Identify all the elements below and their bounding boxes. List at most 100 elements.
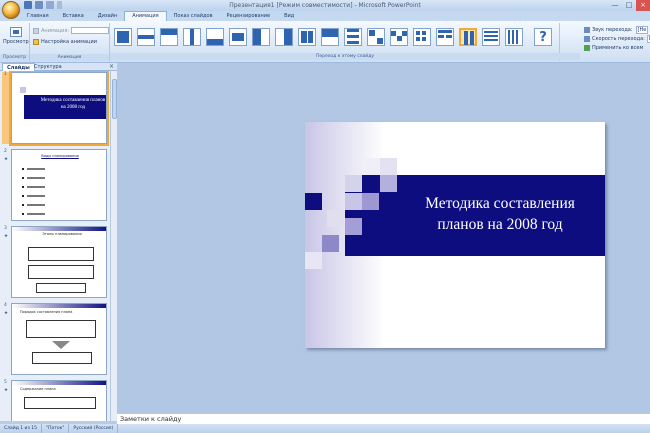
powerpoint-window: Презентация1 [Режим совместимости] - Mic… — [0, 0, 650, 433]
thumbnail-preview: Этапы планирования — [11, 226, 107, 298]
transition-options-group: Звук перехода: [Не Скорость перехода: Бы… — [580, 23, 650, 61]
speed-row[interactable]: Скорость перехода: Бы — [584, 34, 650, 43]
slide-thumbnail-4[interactable]: 4 ★ Порядок составления плана — [2, 303, 108, 375]
slide-thumbnail-3[interactable]: 3 ★ Этапы планирования — [2, 226, 108, 298]
ribbon-tabs: Главная Вставка Дизайн Анимация Показ сл… — [0, 11, 650, 21]
thumbnail-number: 1 — [4, 72, 7, 77]
transition-blinds-vertical-icon[interactable] — [390, 28, 408, 46]
thumbnail-preview: Методика составления планов на 2008 год — [9, 71, 109, 146]
preview-button[interactable]: Просмотр — [3, 25, 29, 51]
deco-square — [345, 175, 362, 192]
sound-icon — [584, 26, 590, 33]
transition-push-down-icon[interactable] — [344, 28, 362, 46]
slide-title-line-2: планов на 2008 год — [437, 216, 563, 233]
transition-wipe-left-icon[interactable] — [298, 28, 316, 46]
thumb-box — [28, 247, 94, 261]
preview-button-label: Просмотр — [3, 39, 29, 45]
deco-square — [362, 193, 379, 210]
tab-slideshow[interactable]: Показ слайдов — [167, 11, 220, 21]
thumb-title: Методика составления планов на 2008 год — [40, 98, 106, 110]
close-button[interactable]: × — [636, 0, 650, 11]
animations-group: Анимация: Настройка анимации Анимация — [30, 23, 110, 61]
notes-pane[interactable]: Заметки к слайду — [117, 412, 650, 424]
speed-label: Скорость перехода: — [592, 35, 645, 42]
thumb-box — [32, 352, 92, 364]
thumb-lines — [27, 168, 45, 170]
animation-dropdown[interactable] — [71, 27, 110, 34]
transition-fade-smooth-icon[interactable] — [137, 28, 155, 46]
thumbnail-number: 3 — [4, 226, 7, 231]
slide-thumbnail-2[interactable]: 2 ★ Виды планирования — [2, 149, 108, 221]
transition-fade-black-icon[interactable] — [160, 28, 178, 46]
transitions-group-label: Переход к этому слайду — [110, 53, 580, 60]
animation-label: Анимация: — [41, 27, 70, 34]
transition-comb-vertical-icon[interactable] — [482, 28, 500, 46]
slide-title[interactable]: Методика составления планов на 2008 год — [400, 193, 600, 235]
transition-random-bars-icon[interactable] — [505, 28, 523, 46]
thumbnail-preview: Виды планирования — [11, 149, 107, 221]
slide-thumbnail-1[interactable]: 1 Методика составления планов на 2008 го… — [2, 71, 109, 146]
thumbnail-number: 2 — [4, 149, 7, 154]
office-button[interactable] — [2, 1, 20, 19]
transition-wipe-right-icon[interactable] — [321, 28, 339, 46]
deco-square — [380, 175, 397, 192]
transition-more-icon[interactable]: ? — [534, 28, 552, 46]
maximize-button[interactable]: □ — [622, 0, 636, 11]
thumb-header-bar — [12, 227, 106, 231]
window-controls: — □ × — [608, 0, 650, 11]
thumb-title: Этапы планирования — [42, 232, 82, 236]
deco-square — [305, 252, 322, 269]
current-slide[interactable]: Методика составления планов на 2008 год — [305, 122, 605, 348]
tab-design[interactable]: Дизайн — [91, 11, 124, 21]
transition-star-icon: ★ — [4, 234, 9, 239]
thumb-box — [26, 320, 96, 338]
slide-title-line-1: Методика составления — [425, 195, 575, 212]
slide-thumbnail-5[interactable]: 5 ★ Содержание плана — [2, 380, 108, 421]
deco-square — [345, 193, 362, 210]
custom-animation-icon — [33, 38, 39, 45]
thumbnail-preview: Содержание плана — [11, 380, 107, 421]
thumb-title: Виды планирования — [41, 154, 79, 158]
deco-square — [363, 158, 380, 175]
apply-all-label: Применить ко всем — [592, 44, 644, 51]
deco-square — [380, 158, 397, 175]
apply-all-button[interactable]: Применить ко всем — [584, 43, 643, 52]
preview-icon — [9, 27, 22, 37]
deco-square — [305, 193, 322, 210]
transition-comb-horizontal-icon[interactable] — [459, 28, 477, 46]
panel-close-button[interactable]: × — [109, 63, 114, 71]
transition-checkerboard-down-icon[interactable] — [436, 28, 454, 46]
status-language[interactable]: Русский (Россия) — [69, 424, 119, 433]
transition-no-transition-icon[interactable] — [114, 28, 132, 46]
thumb-title: Содержание плана — [20, 387, 56, 391]
thumbnail-scrollbar[interactable] — [110, 71, 117, 421]
tab-insert[interactable]: Вставка — [56, 11, 91, 21]
tab-review[interactable]: Рецензирование — [220, 11, 278, 21]
thumb-box — [24, 397, 96, 409]
tab-view[interactable]: Вид — [277, 11, 301, 21]
tab-outline[interactable]: Структура — [30, 63, 66, 71]
transition-cut-icon[interactable] — [183, 28, 201, 46]
thumb-squares — [20, 87, 26, 93]
transition-wipe-down-icon[interactable] — [252, 28, 270, 46]
thumbnail-preview: Порядок составления плана — [11, 303, 107, 375]
custom-animation-button[interactable]: Настройка анимации — [33, 37, 97, 46]
transition-wipe-up-icon[interactable] — [275, 28, 293, 46]
window-title: Презентация1 [Режим совместимости] - Mic… — [229, 2, 421, 9]
thumb-header-bar — [12, 381, 106, 385]
minimize-button[interactable]: — — [608, 0, 622, 11]
transition-dissolve-icon[interactable] — [229, 28, 247, 46]
sound-value[interactable]: [Не — [635, 25, 649, 34]
tab-home[interactable]: Главная — [20, 11, 56, 21]
deco-square — [327, 210, 344, 227]
deco-square — [345, 218, 362, 235]
tab-animation[interactable]: Анимация — [124, 11, 167, 21]
sound-row[interactable]: Звук перехода: [Не — [584, 25, 649, 34]
transition-blinds-horizontal-icon[interactable] — [367, 28, 385, 46]
deco-square — [322, 235, 339, 252]
thumb-bullets — [22, 168, 24, 170]
transition-cut-black-icon[interactable] — [206, 28, 224, 46]
status-bar: Слайд 1 из 15 "Поток" Русский (Россия) — [0, 424, 650, 433]
transition-checkerboard-across-icon[interactable] — [413, 28, 431, 46]
speed-icon — [584, 35, 590, 42]
